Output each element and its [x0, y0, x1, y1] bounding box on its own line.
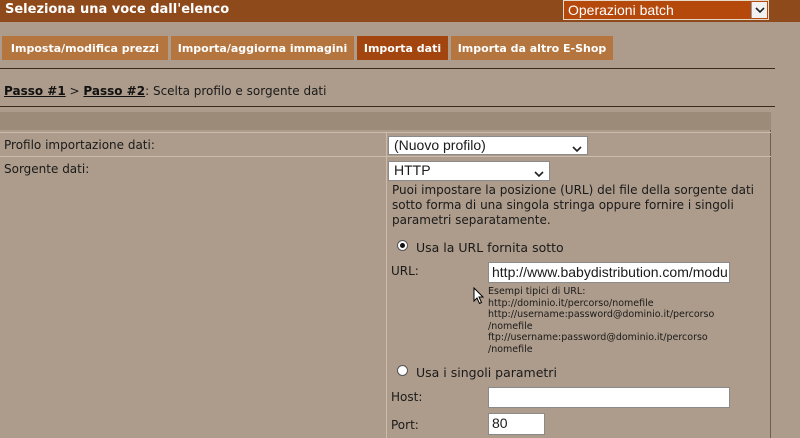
example-line: /nomefile	[488, 320, 533, 332]
tab-importa-eshop[interactable]: Importa da altro E-Shop	[451, 36, 613, 60]
url-label: URL:	[391, 264, 419, 278]
source-description: Puoi impostare la posizione (URL) del fi…	[392, 183, 754, 227]
divider	[0, 106, 775, 107]
example-line: ftp://username:password@dominio.it/perco…	[488, 332, 708, 343]
radio-use-url-label: Usa la URL fornita sotto	[416, 240, 564, 255]
port-input[interactable]: 80	[488, 413, 545, 435]
breadcrumb: Passo #1 > Passo #2: Scelta profilo e so…	[4, 84, 326, 98]
profile-select[interactable]: (Nuovo profilo)	[388, 136, 588, 155]
radio-use-params[interactable]	[397, 365, 408, 376]
chevron-down-icon[interactable]	[751, 2, 767, 18]
form-header-band	[0, 112, 771, 130]
tab-label: Importa da altro E-Shop	[457, 41, 607, 55]
tab-importa-dati[interactable]: Importa dati	[357, 36, 448, 60]
host-input[interactable]	[488, 387, 730, 408]
column-divider	[386, 132, 387, 438]
profile-label: Profilo importazione dati:	[4, 138, 155, 152]
port-label: Port:	[391, 418, 419, 432]
tab-label: Importa dati	[363, 41, 442, 55]
url-input[interactable]: http://www.babydistribution.com/modu	[488, 262, 730, 283]
source-select-value: HTTP	[394, 162, 431, 178]
profile-select-value: (Nuovo profilo)	[394, 137, 486, 153]
divider	[0, 68, 775, 69]
example-line: http://username:password@dominio.it/perc…	[488, 309, 715, 320]
tab-importa-immagini[interactable]: Importa/aggiorna immagini	[171, 36, 354, 60]
batch-operations-select[interactable]: Operazioni batch	[563, 0, 769, 20]
page-title: Seleziona una voce dall'elenco	[5, 2, 230, 17]
url-examples: Esempi tipici di URL: http://dominio.it/…	[488, 286, 758, 355]
breadcrumb-current: : Scelta profilo e sorgente dati	[145, 84, 327, 98]
tab-label: Importa/aggiorna immagini	[177, 41, 348, 55]
port-input-value: 80	[492, 415, 508, 431]
breadcrumb-separator: >	[69, 84, 80, 98]
url-input-value: http://www.babydistribution.com/modu	[492, 264, 728, 280]
chevron-down-icon	[572, 140, 582, 156]
example-line: /nomefile	[488, 343, 533, 355]
chevron-down-icon	[534, 165, 544, 181]
batch-operations-value: Operazioni batch	[568, 2, 674, 18]
mouse-pointer-icon	[473, 286, 485, 309]
breadcrumb-step1-link[interactable]: Passo #1	[4, 84, 66, 98]
tab-label: Imposta/modifica prezzi	[10, 41, 160, 55]
breadcrumb-step2-link[interactable]: Passo #2	[83, 84, 145, 98]
radio-use-url[interactable]	[397, 240, 408, 251]
radio-use-params-label: Usa i singoli parametri	[416, 365, 557, 380]
host-label: Host:	[391, 390, 423, 404]
source-select[interactable]: HTTP	[388, 161, 550, 181]
tab-imposta-prezzi[interactable]: Imposta/modifica prezzi	[2, 36, 168, 60]
example-line: http://dominio.it/percorso/nomefile	[488, 297, 654, 309]
examples-title: Esempi tipici di URL:	[488, 286, 586, 297]
source-label: Sorgente dati:	[4, 162, 90, 176]
